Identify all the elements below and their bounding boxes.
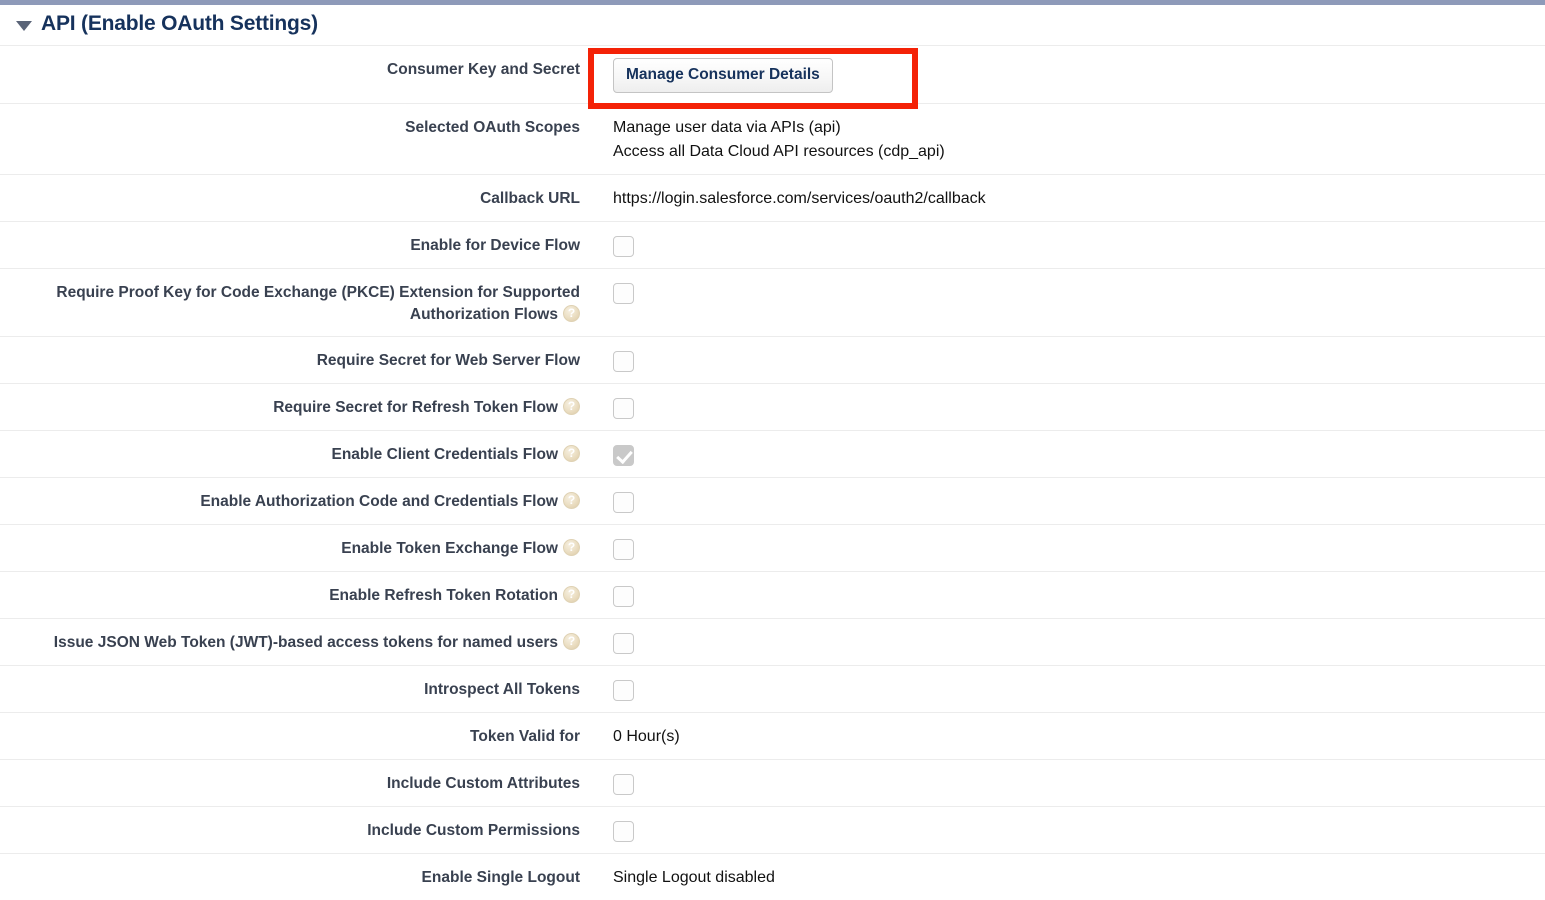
label-enable-for-device-flow: Enable for Device Flow	[0, 222, 580, 267]
label-consumer-key-and-secret: Consumer Key and Secret	[0, 46, 580, 91]
label-text: Enable Single Logout	[421, 869, 580, 886]
value-text: 0 Hour(s)	[613, 728, 680, 745]
value-enable-client-credentials-flow	[580, 431, 1545, 477]
value-enable-token-exchange-flow	[580, 525, 1545, 571]
oauth-settings-page: API (Enable OAuth Settings) Consumer Key…	[0, 0, 1545, 886]
help-icon[interactable]	[563, 586, 580, 603]
help-icon[interactable]	[563, 539, 580, 556]
label-text: Require Secret for Web Server Flow	[316, 352, 580, 369]
label-text: Token Valid for	[470, 728, 580, 745]
checkbox-enable-client-credentials-flow[interactable]	[613, 445, 634, 467]
value-introspect-all-tokens	[580, 666, 1545, 712]
row-enable-for-device-flow: Enable for Device Flow	[0, 221, 1545, 268]
label-introspect-all-tokens: Introspect All Tokens	[0, 666, 580, 711]
value-text: Single Logout disabled	[613, 869, 775, 886]
value-include-custom-permissions	[580, 807, 1545, 853]
label-text: Include Custom Attributes	[386, 775, 580, 792]
label-include-custom-permissions: Include Custom Permissions	[0, 807, 580, 852]
label-enable-refresh-token-rotation: Enable Refresh Token Rotation	[0, 572, 580, 617]
label-text: Require Proof Key for Code Exchange (PKC…	[56, 284, 580, 323]
checkbox-enable-authorization-code-and-credentials-flow[interactable]	[613, 492, 634, 514]
row-enable-single-logout: Enable Single Logout Single Logout disabl…	[0, 853, 1545, 900]
row-require-pkce-extension: Require Proof Key for Code Exchange (PKC…	[0, 268, 1545, 336]
value-consumer-key-and-secret: Manage Consumer Details	[580, 46, 1545, 103]
value-selected-oauth-scopes: Manage user data via APIs (api) Access al…	[580, 104, 1545, 174]
checkbox-issue-jwt-based-access-tokens[interactable]	[613, 633, 634, 655]
row-issue-jwt-based-access-tokens: Issue JSON Web Token (JWT)-based access …	[0, 618, 1545, 665]
value-text: https://login.salesforce.com/services/oa…	[613, 190, 986, 207]
label-text: Enable Client Credentials Flow	[331, 446, 558, 463]
value-issue-jwt-based-access-tokens	[580, 619, 1545, 665]
row-enable-token-exchange-flow: Enable Token Exchange Flow	[0, 524, 1545, 571]
row-token-valid-for: Token Valid for 0 Hour(s)	[0, 712, 1545, 759]
help-icon[interactable]	[563, 305, 580, 322]
label-enable-token-exchange-flow: Enable Token Exchange Flow	[0, 525, 580, 570]
label-text: Enable Authorization Code and Credential…	[200, 493, 558, 510]
manage-consumer-details-button[interactable]: Manage Consumer Details	[613, 58, 833, 93]
label-require-pkce-extension: Require Proof Key for Code Exchange (PKC…	[0, 269, 580, 336]
label-callback-url: Callback URL	[0, 175, 580, 220]
triangle-down-icon[interactable]	[16, 20, 32, 31]
value-line: Access all Data Cloud API resources (cdp…	[613, 143, 945, 160]
value-include-custom-attributes	[580, 760, 1545, 806]
value-callback-url: https://login.salesforce.com/services/oa…	[580, 175, 1545, 221]
label-text: Include Custom Permissions	[367, 822, 580, 839]
page-title: API (Enable OAuth Settings)	[41, 12, 318, 35]
help-icon[interactable]	[563, 445, 580, 462]
label-text: Enable Refresh Token Rotation	[329, 587, 558, 604]
label-text: Enable Token Exchange Flow	[341, 540, 558, 557]
value-token-valid-for: 0 Hour(s)	[580, 713, 1545, 759]
oauth-settings-field-list: Consumer Key and Secret Manage Consumer D…	[0, 45, 1545, 900]
label-issue-jwt-based-access-tokens: Issue JSON Web Token (JWT)-based access …	[0, 619, 580, 664]
label-text: Consumer Key and Secret	[387, 61, 580, 78]
row-enable-authorization-code-and-credentials-flow: Enable Authorization Code and Credential…	[0, 477, 1545, 524]
checkbox-introspect-all-tokens[interactable]	[613, 680, 634, 702]
label-text: Require Secret for Refresh Token Flow	[273, 399, 558, 416]
checkbox-require-secret-for-refresh-token-flow[interactable]	[613, 398, 634, 420]
row-consumer-key-and-secret: Consumer Key and Secret Manage Consumer D…	[0, 45, 1545, 103]
checkbox-include-custom-attributes[interactable]	[613, 774, 634, 796]
value-require-secret-for-refresh-token-flow	[580, 384, 1545, 430]
label-text: Issue JSON Web Token (JWT)-based access …	[53, 634, 558, 651]
row-callback-url: Callback URL https://login.salesforce.com…	[0, 174, 1545, 221]
row-introspect-all-tokens: Introspect All Tokens	[0, 665, 1545, 712]
label-enable-client-credentials-flow: Enable Client Credentials Flow	[0, 431, 580, 476]
checkbox-require-secret-for-web-server-flow[interactable]	[613, 351, 634, 373]
label-selected-oauth-scopes: Selected OAuth Scopes	[0, 104, 580, 149]
value-enable-refresh-token-rotation	[580, 572, 1545, 618]
help-icon[interactable]	[563, 398, 580, 415]
row-selected-oauth-scopes: Selected OAuth Scopes Manage user data vi…	[0, 103, 1545, 174]
row-require-secret-for-web-server-flow: Require Secret for Web Server Flow	[0, 336, 1545, 383]
label-require-secret-for-web-server-flow: Require Secret for Web Server Flow	[0, 337, 580, 382]
checkbox-include-custom-permissions[interactable]	[613, 821, 634, 843]
label-include-custom-attributes: Include Custom Attributes	[0, 760, 580, 805]
checkbox-enable-refresh-token-rotation[interactable]	[613, 586, 634, 608]
help-icon[interactable]	[563, 633, 580, 650]
label-enable-authorization-code-and-credentials-flow: Enable Authorization Code and Credential…	[0, 478, 580, 523]
value-require-secret-for-web-server-flow	[580, 337, 1545, 383]
checkbox-require-pkce-extension[interactable]	[613, 283, 634, 305]
row-enable-refresh-token-rotation: Enable Refresh Token Rotation	[0, 571, 1545, 618]
label-text: Enable for Device Flow	[410, 237, 580, 254]
label-text: Introspect All Tokens	[424, 681, 580, 698]
label-token-valid-for: Token Valid for	[0, 713, 580, 758]
label-require-secret-for-refresh-token-flow: Require Secret for Refresh Token Flow	[0, 384, 580, 429]
value-require-pkce-extension	[580, 269, 1545, 315]
label-enable-single-logout: Enable Single Logout	[0, 854, 580, 899]
help-icon[interactable]	[563, 492, 580, 509]
row-include-custom-permissions: Include Custom Permissions	[0, 806, 1545, 853]
label-text: Callback URL	[480, 190, 580, 207]
value-enable-single-logout: Single Logout disabled	[580, 854, 1545, 900]
checkbox-enable-for-device-flow[interactable]	[613, 236, 634, 258]
value-enable-for-device-flow	[580, 222, 1545, 268]
section-header-api-oauth-settings[interactable]: API (Enable OAuth Settings)	[0, 5, 1545, 45]
checkbox-enable-token-exchange-flow[interactable]	[613, 539, 634, 561]
value-enable-authorization-code-and-credentials-flow	[580, 478, 1545, 524]
row-include-custom-attributes: Include Custom Attributes	[0, 759, 1545, 806]
row-enable-client-credentials-flow: Enable Client Credentials Flow	[0, 430, 1545, 477]
value-line: Manage user data via APIs (api)	[613, 119, 841, 136]
row-require-secret-for-refresh-token-flow: Require Secret for Refresh Token Flow	[0, 383, 1545, 430]
label-text: Selected OAuth Scopes	[405, 119, 580, 136]
